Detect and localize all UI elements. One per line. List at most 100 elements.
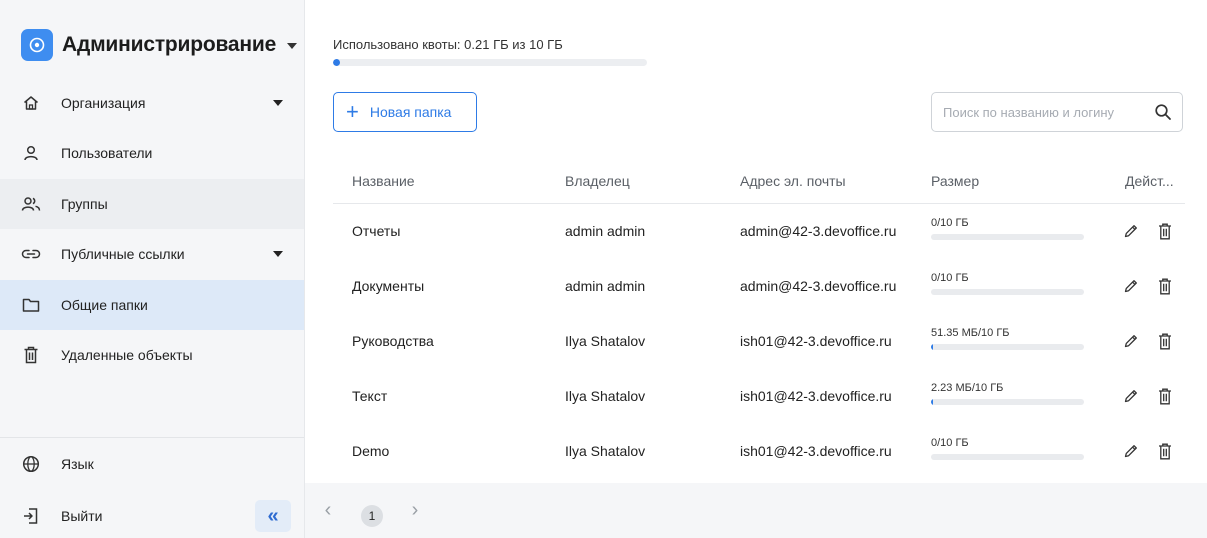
plus-icon: + xyxy=(346,99,359,124)
home-icon xyxy=(21,93,41,113)
owner-email: admin@42-3.devoffice.ru xyxy=(740,278,897,294)
edit-icon[interactable] xyxy=(1121,276,1141,296)
table-row[interactable]: Текст Ilya Shatalov ish01@42-3.devoffice.r… xyxy=(333,369,1185,424)
sidebar-item-shared-folders[interactable]: Общие папки xyxy=(0,280,304,330)
globe-icon xyxy=(21,454,41,474)
table-row[interactable]: Отчеты admin admin admin@42-3.devoffice.ru… xyxy=(333,204,1185,259)
folder-size-bar xyxy=(931,344,1084,350)
table-row[interactable]: Документы admin admin admin@42-3.devoffice… xyxy=(333,259,1185,314)
sidebar-item-label: Язык xyxy=(61,456,94,472)
trash-icon[interactable] xyxy=(1155,331,1175,351)
owner-email: ish01@42-3.devoffice.ru xyxy=(740,333,892,349)
folder-owner: Ilya Shatalov xyxy=(565,333,646,349)
sidebar-item-language[interactable]: Язык xyxy=(0,439,304,489)
owner-email: ish01@42-3.devoffice.ru xyxy=(740,388,892,404)
column-header-email[interactable]: Адрес эл. почты xyxy=(740,173,846,189)
folder-size-text: 2.23 МБ/10 ГБ xyxy=(931,382,1004,394)
trash-icon[interactable] xyxy=(1155,386,1175,406)
divider xyxy=(0,437,304,438)
app-logo-icon xyxy=(21,29,53,61)
folder-size-bar xyxy=(931,454,1084,460)
folder-size: 0/10 ГБ xyxy=(931,437,1084,460)
folder-size-bar xyxy=(931,399,1084,405)
next-page-button[interactable]: › xyxy=(404,497,426,523)
folder-size: 0/10 ГБ xyxy=(931,217,1084,240)
edit-icon[interactable] xyxy=(1121,331,1141,351)
trash-icon[interactable] xyxy=(1155,441,1175,461)
sidebar-item-label: Пользователи xyxy=(61,145,153,161)
owner-email: ish01@42-3.devoffice.ru xyxy=(740,443,892,459)
trash-icon xyxy=(21,345,41,365)
sidebar-item-label: Выйти xyxy=(61,508,103,524)
folder-size-fill xyxy=(931,344,933,350)
folder-size-bar xyxy=(931,289,1084,295)
search-icon[interactable] xyxy=(1154,103,1172,126)
edit-icon[interactable] xyxy=(1121,221,1141,241)
sidebar-item-users[interactable]: Пользователи xyxy=(0,128,304,178)
folder-size-text: 0/10 ГБ xyxy=(931,437,969,449)
folder-name: Документы xyxy=(352,278,425,294)
folder-owner: admin admin xyxy=(565,223,646,239)
logout-icon xyxy=(21,506,41,526)
folder-size-bar xyxy=(931,234,1084,240)
folder-owner: Ilya Shatalov xyxy=(565,388,646,404)
table-row[interactable]: Demo Ilya Shatalov ish01@42-3.devoffice.ru… xyxy=(333,424,1185,479)
sidebar-item-deleted-objects[interactable]: Удаленные объекты xyxy=(0,330,304,380)
sidebar-item-label: Организация xyxy=(61,95,146,111)
sidebar-item-label: Группы xyxy=(61,196,108,212)
pagination-bar: ‹ 1 › xyxy=(305,483,1207,538)
edit-icon[interactable] xyxy=(1121,441,1141,461)
link-icon xyxy=(21,244,41,264)
folder-name: Отчеты xyxy=(352,223,401,239)
folder-size-text: 51.35 МБ/10 ГБ xyxy=(931,327,1010,339)
folder-name: Руководства xyxy=(352,333,434,349)
app-title: Администрирование xyxy=(62,33,277,56)
user-icon xyxy=(21,143,41,163)
folder-name: Demo xyxy=(352,443,390,459)
new-folder-label: Новая папка xyxy=(369,104,452,120)
trash-icon[interactable] xyxy=(1155,221,1175,241)
folder-size: 51.35 МБ/10 ГБ xyxy=(931,327,1084,350)
new-folder-button[interactable]: + Новая папка xyxy=(333,92,477,132)
table-row[interactable]: Руководства Ilya Shatalov ish01@42-3.devof… xyxy=(333,314,1185,369)
chevron-down-icon xyxy=(273,251,283,257)
column-header-size[interactable]: Размер xyxy=(931,173,979,189)
column-header-owner[interactable]: Владелец xyxy=(565,173,630,189)
main-content: Использовано квоты: 0.21 ГБ из 10 ГБ + Н… xyxy=(305,0,1207,538)
quota-progress-fill xyxy=(333,59,340,66)
edit-icon[interactable] xyxy=(1121,386,1141,406)
users-icon xyxy=(21,194,41,214)
app-switcher[interactable]: Администрирование xyxy=(21,28,298,62)
search-input[interactable] xyxy=(943,104,1153,120)
column-header-actions: Дейст... xyxy=(1125,173,1174,189)
double-chevron-left-icon: « xyxy=(267,504,279,527)
folder-owner: admin admin xyxy=(565,278,646,294)
trash-icon[interactable] xyxy=(1155,276,1175,296)
table-header: Название Владелец Адрес эл. почты Размер… xyxy=(333,160,1185,204)
chevron-down-icon xyxy=(287,43,298,49)
previous-page-button[interactable]: ‹ xyxy=(317,497,339,523)
sidebar-item-public-links[interactable]: Публичные ссылки xyxy=(0,229,304,279)
folder-size: 0/10 ГБ xyxy=(931,272,1084,295)
sidebar: Администрирование Организация Пользовате… xyxy=(0,0,305,538)
collapse-sidebar-button[interactable]: « xyxy=(255,500,291,532)
folder-size-text: 0/10 ГБ xyxy=(931,217,969,229)
sidebar-item-groups[interactable]: Группы xyxy=(0,179,304,229)
folder-size-fill xyxy=(931,399,933,405)
column-header-name[interactable]: Название xyxy=(352,173,415,189)
chevron-down-icon xyxy=(273,100,283,106)
sidebar-item-label: Удаленные объекты xyxy=(61,347,193,363)
quota-progress-bar xyxy=(333,59,647,66)
sidebar-item-organization[interactable]: Организация xyxy=(0,78,304,128)
folder-icon xyxy=(21,295,41,315)
folder-size: 2.23 МБ/10 ГБ xyxy=(931,382,1084,405)
sidebar-item-label: Публичные ссылки xyxy=(61,246,185,262)
quota-usage-text: Использовано квоты: 0.21 ГБ из 10 ГБ xyxy=(333,37,563,52)
page-1-button[interactable]: 1 xyxy=(361,505,383,527)
folder-name: Текст xyxy=(352,388,388,404)
sidebar-item-label: Общие папки xyxy=(61,297,148,313)
folder-owner: Ilya Shatalov xyxy=(565,443,646,459)
search-box xyxy=(931,92,1183,132)
folder-size-text: 0/10 ГБ xyxy=(931,272,969,284)
owner-email: admin@42-3.devoffice.ru xyxy=(740,223,897,239)
